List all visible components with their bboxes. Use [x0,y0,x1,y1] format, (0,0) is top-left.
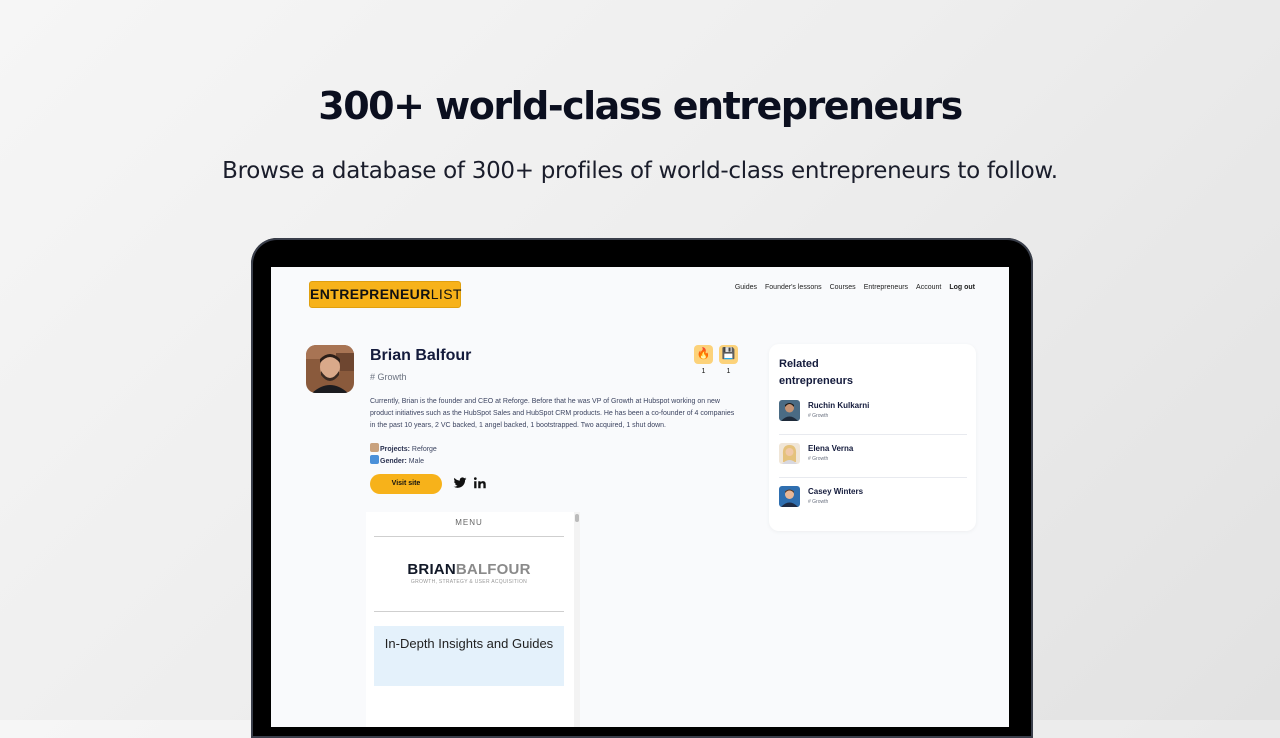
gender-value: Male [408,458,424,465]
related-divider [779,434,967,435]
preview-brand-tagline: GROWTH, STRATEGY & USER ACQUISITION [410,579,528,585]
preview-divider [374,611,564,612]
preview-banner: In-Depth Insights and Guides [374,626,564,686]
related-title: Related entrepreneurs [779,358,853,387]
visit-site-button[interactable]: Visit site [370,474,442,494]
fire-icon: 🔥 [696,348,711,360]
related-tag: # Growth [808,413,829,419]
top-nav: Guides Founder's lessons Courses Entrepr… [735,284,975,291]
save-button[interactable]: 💾 [719,345,738,364]
preview-brand: BRIANBALFOUR [366,561,572,578]
related-item[interactable]: Ruchin Kulkarni # Growth [779,400,967,430]
related-name[interactable]: Ruchin Kulkarni [808,401,869,410]
website-preview[interactable]: MENU BRIANBALFOUR GROWTH, STRATEGY & USE… [366,512,580,727]
preview-scrollbar[interactable] [574,512,580,727]
related-name[interactable]: Elena Verna [808,444,853,453]
linkedin-icon[interactable] [473,476,487,490]
preview-brand-bold: BRIAN [407,561,456,578]
nav-entrepreneurs[interactable]: Entrepreneurs [864,284,908,291]
projects-label: Projects: [380,446,410,453]
related-tag: # Growth [808,499,829,505]
preview-scrollbar-thumb[interactable] [575,514,579,522]
profile-tag[interactable]: # Growth [370,372,407,382]
preview-divider [374,536,564,537]
hero-subtitle: Browse a database of 300+ profiles of wo… [222,158,1058,184]
related-panel: Related entrepreneurs Ruchin Kulkarni # … [769,344,976,531]
related-name[interactable]: Casey Winters [808,487,863,496]
floppy-disk-icon: 💾 [721,348,736,360]
profile-bio: Currently, Brian is the founder and CEO … [370,398,735,429]
twitter-icon[interactable] [453,476,467,490]
logo-light: LIST [430,286,462,302]
gender-row: Gender: Male [370,455,424,465]
profile-avatar [306,345,354,393]
fire-button[interactable]: 🔥 [694,345,713,364]
preview-banner-text: In-Depth Insights and Guides [384,636,554,651]
nav-logout[interactable]: Log out [949,284,975,291]
related-avatar [779,486,800,507]
related-item[interactable]: Casey Winters # Growth [779,486,967,516]
nav-guides[interactable]: Guides [735,284,757,291]
preview-brand-light: BALFOUR [455,561,531,578]
nav-account[interactable]: Account [916,284,941,291]
app-screen: ENTREPRENEURLIST Guides Founder's lesson… [271,267,1009,727]
related-avatar [779,443,800,464]
projects-row: Projects: Reforge [370,443,437,453]
fire-count: 1 [701,368,706,375]
logo[interactable]: ENTREPRENEURLIST [309,281,461,308]
related-divider [779,477,967,478]
related-tag: # Growth [808,456,829,462]
projects-value: Reforge [411,446,437,453]
related-item[interactable]: Elena Verna # Growth [779,443,967,473]
nav-founders-lessons[interactable]: Founder's lessons [765,284,822,291]
related-avatar [779,400,800,421]
profile-name: Brian Balfour [370,347,472,364]
hero-title: 300+ world-class entrepreneurs [318,84,963,128]
gender-label: Gender: [380,458,407,465]
logo-bold: ENTREPRENEUR [310,286,431,302]
gender-icon [370,455,379,464]
nav-courses[interactable]: Courses [830,284,856,291]
preview-menu-label: MENU [455,518,483,527]
save-count: 1 [726,368,731,375]
person-icon [370,443,379,452]
